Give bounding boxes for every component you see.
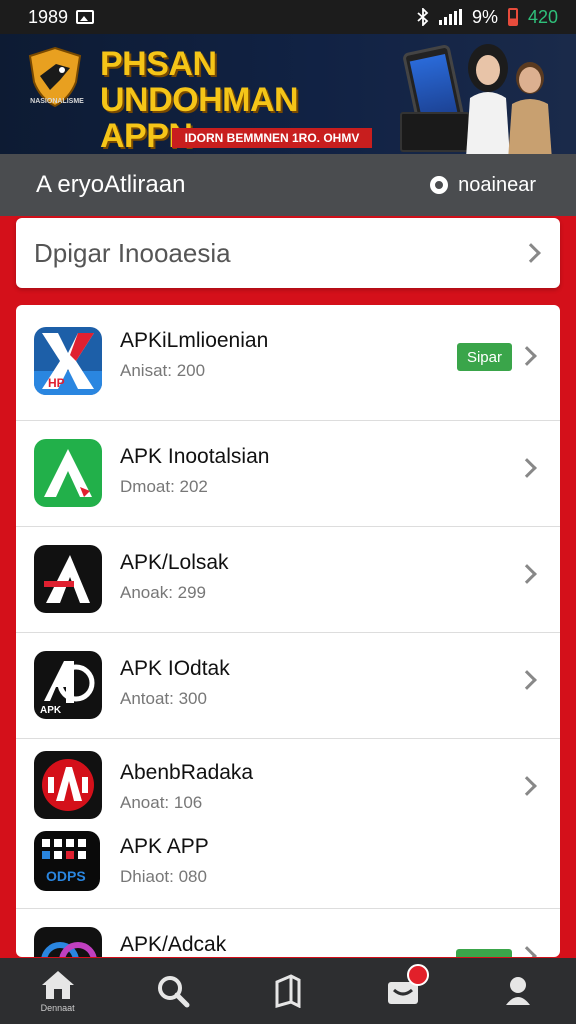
app-meta: Anisat: 200 — [120, 361, 206, 380]
app-list: HP APKiLmlioenian Anisat: 200 Sipar APK … — [16, 305, 560, 957]
svg-text:HP: HP — [48, 376, 65, 390]
app-name: APK/Adcak — [120, 933, 227, 956]
status-badge — [456, 949, 512, 957]
profile-icon — [506, 977, 531, 1005]
bookmark-icon — [275, 974, 301, 1008]
svg-text:APK: APK — [40, 705, 62, 716]
nav-bookmark[interactable] — [248, 958, 328, 1024]
app-meta: Anoak: 299 — [120, 583, 207, 602]
app-meta: Dmoat: 202 — [120, 477, 208, 496]
signal-icon — [438, 9, 462, 25]
app-grid-icon: ODPS — [34, 831, 100, 891]
notification-dot — [407, 964, 430, 986]
image-icon — [76, 10, 95, 24]
nav-inbox[interactable] — [363, 958, 443, 1024]
person-illustration-2 — [508, 62, 552, 154]
bottom-nav: Dennaat — [0, 958, 576, 1024]
section-title: A eryoAtliraan — [36, 171, 186, 198]
app-name: APK Inootalsian — [120, 445, 270, 468]
battery-percent: 9% — [471, 6, 498, 27]
chevron-right-icon — [517, 946, 537, 957]
bluetooth-icon — [417, 8, 429, 26]
tablet-illustration — [400, 112, 470, 152]
app-circle-icon — [34, 927, 102, 957]
list-item[interactable]: AbenbRadaka Anoat: 106 — [16, 739, 560, 829]
banner-title-line1: PHSAN UNDOHMAN — [100, 45, 299, 119]
app-name: APKiLmlioenian — [120, 329, 269, 352]
header-action-label: noainear — [458, 173, 536, 196]
header-action-button[interactable]: noainear — [430, 174, 536, 197]
chevron-right-icon — [517, 564, 537, 584]
app-meta: Dhiaot: 080 — [120, 867, 207, 886]
home-icon — [41, 971, 74, 999]
app-meta: Antoat: 300 — [120, 689, 207, 708]
app-name: APK IOdtak — [120, 657, 230, 680]
ring-icon — [430, 176, 449, 194]
list-item[interactable]: APK/Adcak — [16, 909, 560, 957]
category-card[interactable]: Dpigar Inooaesia — [16, 218, 560, 288]
nav-home[interactable]: Dennaat — [18, 958, 98, 1024]
app-a-icon — [34, 545, 102, 613]
section-header: A eryoAtliraan noainear — [0, 154, 576, 216]
status-time: 1989 — [28, 6, 69, 27]
list-item[interactable]: ODPS APK APP Dhiaot: 080 — [16, 829, 560, 909]
status-left: 1989 — [28, 6, 95, 28]
status-right: 9% 420 — [417, 7, 558, 28]
nav-search[interactable] — [133, 958, 213, 1024]
app-x-icon: HP — [34, 327, 102, 395]
app-name: APK/Lolsak — [120, 551, 229, 574]
list-item[interactable]: APK/Lolsak Anoak: 299 — [16, 527, 560, 633]
list-item[interactable]: HP APKiLmlioenian Anisat: 200 Sipar — [16, 305, 560, 421]
status-badge: Sipar — [456, 343, 512, 371]
app-apk-icon: APK — [34, 651, 102, 719]
search-icon — [157, 976, 190, 1008]
app-red-a-icon — [34, 751, 102, 819]
nav-home-label: Dennaat — [40, 1003, 75, 1013]
svg-text:ODPS: ODPS — [46, 868, 86, 884]
chevron-right-icon — [517, 776, 537, 796]
banner-subtitle: IDORN BEMMNEN 1RO. OHMV — [172, 128, 372, 148]
list-item[interactable]: APK Inootalsian Dmoat: 202 — [16, 421, 560, 527]
app-triangle-icon — [34, 439, 102, 507]
chevron-right-icon — [517, 670, 537, 690]
banner-logo-text: NASIONALISME — [30, 98, 84, 105]
chevron-right-icon — [517, 458, 537, 478]
list-item[interactable]: APK APK IOdtak Antoat: 300 — [16, 633, 560, 739]
status-bar: 1989 9% 420 — [0, 0, 576, 34]
promo-banner[interactable]: NASIONALISME PHSAN UNDOHMAN APPN INDONOE… — [0, 34, 576, 154]
nav-profile[interactable] — [478, 958, 558, 1024]
app-name: AbenbRadaka — [120, 761, 254, 784]
chevron-right-icon — [521, 243, 541, 263]
category-card-label: Dpigar Inooaesia — [34, 237, 231, 268]
battery-icon — [507, 8, 518, 26]
battery-value: 420 — [527, 6, 558, 27]
app-meta: Anoat: 106 — [120, 793, 203, 812]
chevron-right-icon — [517, 346, 537, 366]
app-name: APK APP — [120, 835, 209, 858]
